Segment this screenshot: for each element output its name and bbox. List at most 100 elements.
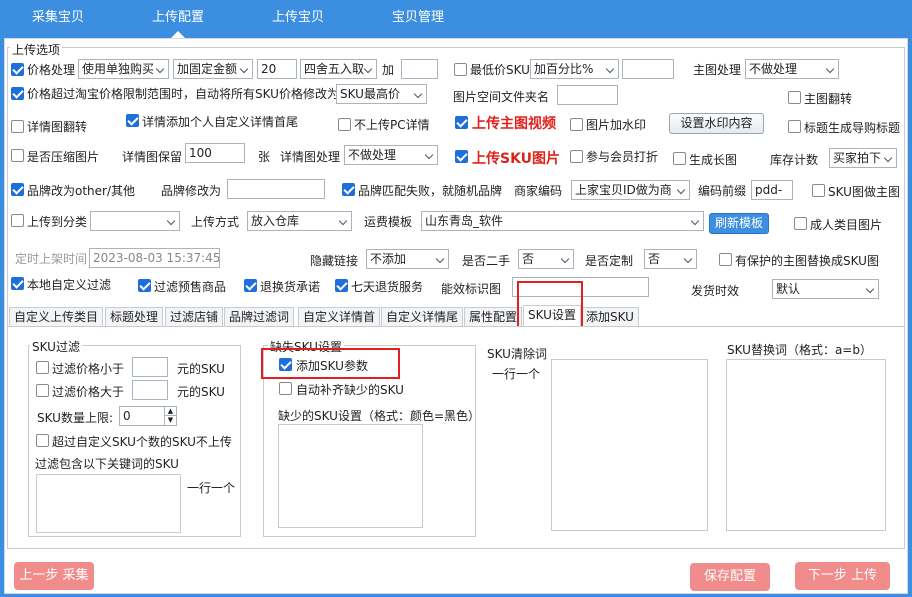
custom-detail-checkbox[interactable]	[126, 114, 139, 127]
sku-clear-per-line: 一行一个	[492, 367, 541, 381]
method-select[interactable]: 放入仓库	[247, 211, 352, 231]
brand-change-label: 品牌修改为	[161, 184, 222, 198]
brand-change-input[interactable]	[227, 179, 325, 199]
lowest-sku-checkbox[interactable]	[454, 63, 467, 76]
set-watermark-button[interactable]: 设置水印内容	[669, 113, 764, 134]
filter-lt-checkbox[interactable]	[36, 361, 49, 374]
upload-video-label: 上传主图视频	[472, 116, 556, 132]
sku-filter-title: SKU过滤	[30, 338, 82, 355]
folder-input[interactable]	[557, 85, 618, 105]
code-label: 商家编码	[514, 184, 563, 198]
local-filter-label: 本地自定义过滤	[27, 278, 112, 292]
subtab-custom-category[interactable]: 自定义上传类目	[9, 307, 104, 327]
auto-fill-checkbox[interactable]	[279, 382, 292, 395]
price-mode-select[interactable]: 使用单独购买	[78, 59, 169, 79]
filter-lt-input[interactable]	[132, 357, 168, 377]
sku-max-select[interactable]: SKU最高价	[336, 84, 427, 104]
long-img-checkbox[interactable]	[673, 152, 686, 165]
stock-select[interactable]: 买家拍下	[829, 148, 897, 168]
subtab-brand-filter[interactable]: 品牌过滤词	[224, 307, 295, 327]
brand-fail-label: 品牌匹配失败，就随机品牌	[358, 184, 503, 198]
watermark-label: 图片加水印	[586, 118, 647, 132]
category-select[interactable]	[90, 211, 180, 231]
upload-video-checkbox[interactable]	[455, 116, 468, 129]
protect-checkbox[interactable]	[719, 253, 732, 266]
sku-main-label: SKU图做主图	[828, 185, 900, 199]
seven-day-checkbox[interactable]	[335, 279, 348, 292]
hidden-link-select[interactable]: 不添加	[366, 249, 449, 269]
subtab-detail-head[interactable]: 自定义详情首	[298, 307, 381, 327]
save-config-button[interactable]: 保存配置	[690, 563, 770, 591]
filter-gt-input[interactable]	[132, 380, 168, 400]
flip-detail-checkbox[interactable]	[11, 120, 24, 133]
sku-replace-textarea[interactable]	[726, 359, 886, 531]
filter-gt-checkbox[interactable]	[36, 384, 49, 397]
price-process-checkbox[interactable]	[11, 63, 24, 76]
tab-upload-items[interactable]: 上传宝贝	[243, 0, 353, 38]
config-panel: 上传选项 价格处理 使用单独购买 加固定金额 20 四舍五入取 加 最低价SKU…	[4, 38, 908, 594]
local-filter-checkbox[interactable]	[11, 277, 24, 290]
subtab-title[interactable]: 标题处理	[105, 307, 164, 327]
presale-checkbox[interactable]	[138, 279, 151, 292]
top-nav: 采集宝贝 上传配置 上传宝贝 宝贝管理	[0, 0, 912, 38]
sku-main-checkbox[interactable]	[812, 184, 825, 197]
prev-collect-button[interactable]: 上一步 采集	[14, 562, 94, 590]
sku-clear-title: SKU清除词	[487, 347, 547, 361]
upload-cat-checkbox[interactable]	[11, 214, 24, 227]
no-pc-label: 不上传PC详情	[354, 118, 430, 132]
secondhand-label: 是否二手	[462, 254, 511, 268]
brand-other-checkbox[interactable]	[11, 183, 24, 196]
subtab-detail-tail[interactable]: 自定义详情尾	[381, 307, 464, 327]
over-limit-checkbox[interactable]	[11, 87, 24, 100]
adult-checkbox[interactable]	[794, 217, 807, 230]
sku-img-checkbox[interactable]	[455, 150, 468, 163]
detail-proc-select[interactable]: 不做处理	[344, 145, 438, 165]
adult-label: 成人类目图片	[810, 218, 883, 232]
main-img-label: 主图处理	[693, 63, 742, 77]
percent-select[interactable]: 加百分比%	[530, 59, 619, 79]
return-checkbox[interactable]	[244, 279, 257, 292]
rounding-select[interactable]: 四舍五入取	[300, 59, 377, 79]
keep-input[interactable]: 100	[185, 143, 245, 163]
member-checkbox[interactable]	[570, 150, 583, 163]
keyword-filter-textarea[interactable]	[36, 474, 181, 533]
stepper-down-icon[interactable]: ▼	[164, 416, 176, 425]
over-custom-checkbox[interactable]	[36, 434, 49, 447]
tab-upload-config[interactable]: 上传配置	[123, 0, 233, 38]
compress-checkbox[interactable]	[11, 149, 24, 162]
percent-input[interactable]	[622, 59, 674, 79]
sku-clear-textarea[interactable]	[551, 359, 708, 531]
watermark-checkbox[interactable]	[570, 118, 583, 131]
ship-select[interactable]: 山东青岛_软件	[421, 211, 704, 231]
subtab-add-sku[interactable]: 添加SKU	[581, 307, 639, 327]
flip-main-checkbox[interactable]	[788, 91, 801, 104]
subtab-filter-shop[interactable]: 过滤店铺	[165, 307, 224, 327]
prefix-input[interactable]: pdd-	[751, 180, 793, 200]
stepper-up-icon[interactable]: ▲	[164, 407, 176, 416]
brand-fail-checkbox[interactable]	[342, 183, 355, 196]
delivery-select[interactable]: 默认	[772, 279, 879, 299]
brand-other-label: 品牌改为other/其他	[27, 184, 136, 198]
fixed-amount-input[interactable]: 20	[257, 59, 297, 79]
add-input[interactable]	[401, 59, 438, 79]
detail-proc-label: 详情图处理	[280, 150, 341, 164]
code-select[interactable]: 上家宝贝ID做为商	[571, 180, 690, 200]
nav-title-checkbox[interactable]	[788, 120, 801, 133]
refresh-template-button[interactable]: 刷新模板	[709, 213, 769, 234]
timer-input[interactable]: 2023-08-03 15:37:45	[89, 248, 220, 268]
secondhand-select[interactable]: 否	[518, 249, 574, 269]
keyword-per-line: 一行一个	[187, 481, 236, 495]
tab-collect[interactable]: 采集宝贝	[3, 0, 113, 38]
lowest-sku-label: 最低价SKU	[470, 63, 530, 77]
tab-item-manage[interactable]: 宝贝管理	[363, 0, 473, 38]
missing-setting-textarea[interactable]	[278, 424, 423, 528]
no-pc-checkbox[interactable]	[338, 118, 351, 131]
fixed-amount-select[interactable]: 加固定金额	[173, 59, 253, 79]
main-img-select[interactable]: 不做处理	[745, 59, 839, 79]
flip-main-label: 主图翻转	[804, 92, 853, 106]
method-label: 上传方式	[191, 215, 240, 229]
next-upload-button[interactable]: 下一步 上传	[795, 562, 890, 590]
subtab-attributes[interactable]: 属性配置	[464, 307, 523, 327]
custom-made-select[interactable]: 否	[644, 249, 697, 269]
compress-label: 是否压缩图片	[27, 150, 100, 164]
